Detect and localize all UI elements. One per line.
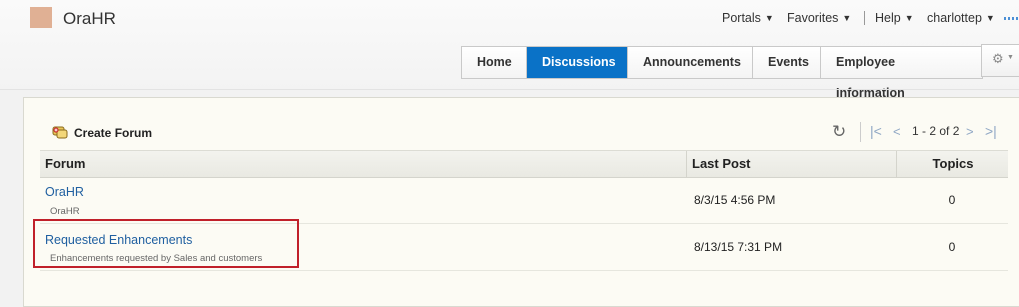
forum-link[interactable]: OraHR [45, 185, 84, 199]
last-post-value: 8/13/15 7:31 PM [694, 240, 783, 254]
triangle-down-icon: ▼ [842, 13, 852, 23]
settings-menu-button[interactable]: ⚙ ▼ [981, 44, 1019, 77]
gear-icon: ⚙ [992, 51, 1004, 66]
refresh-icon[interactable]: ↻ [832, 122, 846, 142]
favorites-menu-label: Favorites [787, 11, 839, 25]
more-dots-icon[interactable] [1004, 17, 1019, 20]
triangle-down-icon: ▼ [985, 13, 995, 23]
column-header-last-post[interactable]: Last Post [686, 151, 892, 177]
forum-description: OraHR [50, 206, 80, 217]
portals-menu-label: Portals [722, 11, 761, 25]
tab-employee-information[interactable]: Employee Information [821, 47, 982, 100]
pager-text: 1 - 2 of 2 [912, 124, 960, 138]
favorites-menu[interactable]: Favorites ▼ [787, 11, 851, 25]
topics-count: 0 [948, 240, 956, 254]
chevron-down-icon: ▼ [1007, 54, 1014, 61]
forums-table-header: Forum Last Post Topics [40, 150, 1008, 178]
toolbar-divider [860, 122, 861, 142]
table-row: OraHR OraHR 8/3/15 4:56 PM 0 [40, 177, 1008, 224]
column-header-forum[interactable]: Forum [45, 151, 85, 177]
header-divider [0, 89, 1019, 90]
app-header: OraHR Portals ▼ Favorites ▼ Help ▼ charlott… [0, 0, 1019, 100]
first-page-icon[interactable]: |< [870, 123, 882, 139]
help-menu[interactable]: Help ▼ [864, 11, 914, 25]
previous-page-icon[interactable]: < [893, 124, 901, 139]
portals-menu[interactable]: Portals ▼ [722, 11, 774, 25]
tab-announcements[interactable]: Announcements [628, 47, 753, 78]
create-forum-button[interactable]: Create Forum [52, 124, 152, 142]
tab-home[interactable]: Home [462, 47, 527, 78]
tab-events[interactable]: Events [753, 47, 821, 78]
help-menu-label: Help [875, 11, 901, 25]
topics-count: 0 [948, 193, 956, 207]
triangle-down-icon: ▼ [764, 13, 774, 23]
last-post-value: 8/3/15 4:56 PM [694, 193, 776, 207]
create-forum-label: Create Forum [74, 126, 153, 140]
app-title: OraHR [63, 9, 116, 28]
last-page-icon[interactable]: >| [985, 123, 997, 139]
app-logo [30, 7, 52, 28]
tab-discussions[interactable]: Discussions [527, 47, 628, 78]
triangle-down-icon: ▼ [904, 13, 914, 23]
user-menu[interactable]: charlottep ▼ [927, 11, 995, 25]
create-forum-icon [52, 126, 68, 140]
column-header-topics[interactable]: Topics [896, 151, 1009, 177]
user-menu-label: charlottep [927, 11, 982, 25]
main-tabs: Home Discussions Announcements Events Em… [461, 46, 983, 100]
next-page-icon[interactable]: > [966, 124, 974, 139]
highlight-box [33, 219, 299, 268]
